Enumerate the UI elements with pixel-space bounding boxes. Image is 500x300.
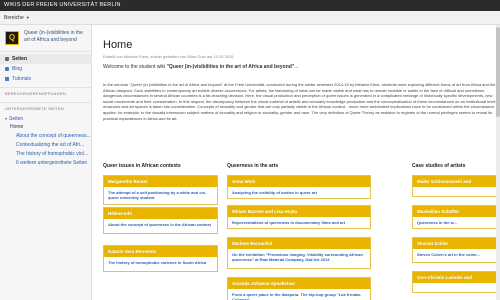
wiki-title[interactable]: Queer (in-)visibilities in the art of Af… — [24, 30, 87, 43]
tree-item[interactable]: About the concept of queerness... — [0, 132, 91, 141]
tree-item-label: Seiten — [9, 116, 24, 122]
spaces-menu[interactable]: Bereiche ▼ — [4, 15, 30, 21]
pages-icon — [5, 57, 9, 61]
card[interactable]: Hélène Iehl About the concept of queerne… — [103, 207, 218, 234]
card-link[interactable]: From a queer place in the diaspora. The … — [228, 289, 370, 300]
card[interactable]: Vincent Schier Steven Cohen's art in the… — [412, 237, 500, 263]
collapse-icon[interactable]: ▾ — [5, 116, 7, 121]
card-link[interactable]: Representations of queerness in document… — [228, 217, 370, 228]
card-title: Hélène Iehl — [104, 208, 217, 219]
section-links-heading: BEREICHSVERKNÜPFUNGEN — [0, 87, 91, 99]
card[interactable]: Gon-Christin Lamoke and — [412, 271, 500, 293]
welcome-suffix: ... — [294, 64, 299, 70]
tree-item-label: Contextualizing the art of Afri... — [16, 142, 85, 148]
card[interactable]: Anna Wich Analyzing the visibility of bo… — [227, 175, 371, 199]
card-link[interactable] — [413, 283, 499, 289]
tree-item-label: 6 weitere untergeordnete Seiten — [16, 160, 88, 166]
tree-item[interactable]: Contextualizing the art of Afri... — [0, 141, 91, 150]
card-title: Maike Schimanowski and — [413, 176, 499, 187]
card-link[interactable]: On the exhibition "Precarious imaging. V… — [228, 249, 370, 265]
card-title: Margarethe Reuter — [104, 176, 217, 187]
blog-icon — [5, 67, 9, 71]
sidebar-item-label: Tutorials — [12, 76, 31, 82]
card[interactable]: Maike Schimanowski and — [412, 175, 500, 197]
welcome-line: Welcome to the student wiki "Queer (in-)… — [103, 64, 500, 70]
card-link[interactable] — [413, 187, 499, 193]
card[interactable]: Maximilian Schäffer Queerness in the w..… — [412, 205, 500, 229]
site-title[interactable]: WIKIS DER FREIEN UNIVERSITÄT BERLIN — [4, 2, 121, 8]
tree-item-label: The history of homophobic viol... — [16, 151, 88, 157]
card-link[interactable]: Analyzing the visibility of bodies in qu… — [228, 187, 370, 198]
card[interactable]: Katarin Vera Bernstein The history of ho… — [103, 245, 218, 272]
card[interactable]: Margarethe Reuter The attempt of a self … — [103, 175, 218, 205]
section-pages-heading: UNTERGEORDNETE SEITEN — [0, 102, 91, 114]
chevron-down-icon: ▼ — [25, 15, 30, 20]
tree-item-home[interactable]: Home — [0, 123, 91, 132]
sidebar-item-label: Blog — [12, 66, 23, 72]
tree-item[interactable]: The history of homophobic viol... — [0, 150, 91, 159]
column-heading: Queerness in the arts — [227, 163, 279, 169]
scrollbar-thumb[interactable] — [496, 27, 500, 117]
column-african-contexts: Queer issues in African contexts Margare… — [103, 163, 218, 272]
sidebar: Q Queer (in-)visibilities in the art of … — [0, 25, 92, 300]
column-queerness-arts: Queerness in the arts Anna Wich Analyzin… — [227, 163, 371, 300]
page-meta: Erstellt von Melanie Kleer, zuletzt geän… — [103, 54, 234, 59]
top-bar: WIKIS DER FREIEN UNIVERSITÄT BERLIN — [0, 0, 500, 11]
tree-item-label: About the concept of queerness... — [16, 133, 91, 139]
sidebar-item-label: Seiten — [12, 56, 28, 62]
sidebar-item-tutorials[interactable]: Tutorials — [0, 74, 91, 84]
wiki-header[interactable]: Q Queer (in-)visibilities in the art of … — [0, 25, 91, 52]
page-title: Home — [103, 39, 133, 51]
card-title: Amanda Johanna Spoeltstaer — [228, 278, 370, 289]
card-link[interactable]: The attempt of a self positioning by a w… — [104, 187, 217, 203]
tutorials-icon — [5, 77, 9, 81]
sidebar-item-pages[interactable]: Seiten — [0, 54, 91, 64]
spaces-menu-label: Bereiche — [4, 15, 24, 21]
wiki-logo-icon: Q — [5, 31, 19, 45]
card-title: Miriam Barreto and Lisa Hoyta — [228, 206, 370, 217]
welcome-text: Welcome to the student wiki — [103, 64, 167, 70]
column-case-studies: Case studies of artists Maike Schimanows… — [412, 163, 500, 293]
tree-item-more[interactable]: 6 weitere untergeordnete Seiten — [0, 159, 91, 168]
welcome-wiki-name: "Queer (in-)visibilities in the art of A… — [166, 64, 295, 70]
spaces-bar: Bereiche ▼ — [0, 11, 500, 25]
card-link[interactable]: About the concept of queerness in the Af… — [104, 219, 217, 230]
sidebar-nav: Seiten Blog Tutorials — [0, 52, 91, 84]
card[interactable]: Amanda Johanna Spoeltstaer From a queer … — [227, 277, 371, 300]
column-heading: Queer issues in African contexts — [103, 163, 181, 169]
card-link[interactable]: Steven Cohen's art in the conte... — [413, 249, 499, 260]
card-title: Marlene Bernachel — [228, 238, 370, 249]
tree-item-pages[interactable]: ▾ Seiten — [0, 114, 91, 123]
column-heading: Case studies of artists — [412, 163, 466, 169]
card-title: Anna Wich — [228, 176, 370, 187]
card-title: Vincent Schier — [413, 238, 499, 249]
main-content: Home Erstellt von Melanie Kleer, zuletzt… — [103, 25, 500, 300]
card[interactable]: Miriam Barreto and Lisa Hoyta Representa… — [227, 205, 371, 229]
intro-paragraph: In the seminar "Queer (in-)visibilities … — [103, 82, 500, 121]
card-link[interactable]: The history of homophobic violence in So… — [104, 257, 217, 268]
card-title: Katarin Vera Bernstein — [104, 246, 217, 257]
tree-item-label: Home — [10, 124, 24, 130]
card[interactable]: Marlene Bernachel On the exhibition "Pre… — [227, 237, 371, 269]
card-title: Maximilian Schäffer — [413, 206, 499, 217]
card-link[interactable]: Queerness in the w... — [413, 217, 499, 228]
card-title: Gon-Christin Lamoke and — [413, 272, 499, 283]
page-tree: ▾ Seiten Home About the concept of queern… — [0, 114, 91, 168]
scrollbar[interactable] — [496, 25, 500, 300]
sidebar-item-blog[interactable]: Blog — [0, 64, 91, 74]
